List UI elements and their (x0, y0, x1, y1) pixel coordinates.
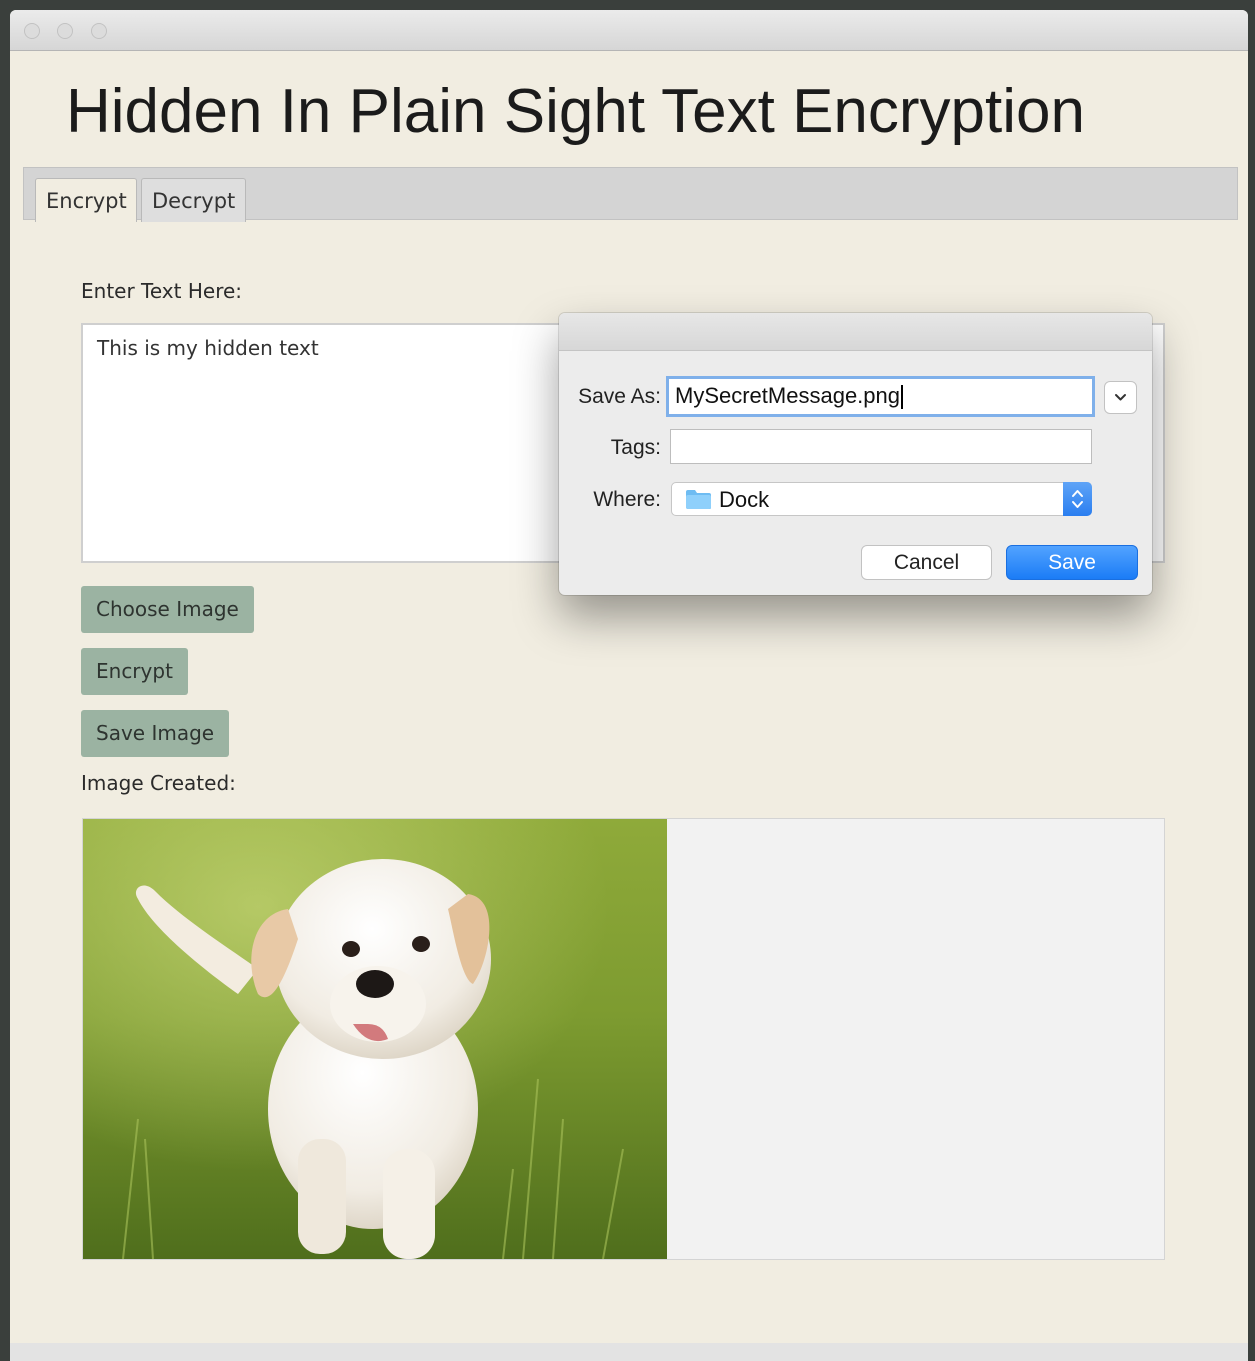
puppy-image (83, 819, 667, 1259)
text-caret (901, 385, 903, 410)
tags-field[interactable] (670, 429, 1092, 464)
save-image-button[interactable]: Save Image (81, 710, 230, 757)
save-dialog: Save As: MySecretMessage.png Tags: Where… (559, 313, 1152, 595)
minimize-window-button[interactable] (57, 23, 73, 39)
window-titlebar[interactable] (10, 10, 1248, 51)
tab-encrypt[interactable]: Encrypt (35, 178, 137, 222)
where-select[interactable]: Dock (671, 482, 1092, 516)
cancel-button[interactable]: Cancel (861, 545, 992, 580)
app-title: Hidden In Plain Sight Text Encryption (66, 77, 1086, 146)
folder-icon (686, 490, 711, 509)
expand-dialog-button[interactable] (1104, 381, 1137, 414)
app-window: Hidden In Plain Sight Text Encryption En… (10, 10, 1248, 1361)
tags-label: Tags: (610, 436, 661, 459)
save-button[interactable]: Save (1006, 545, 1138, 580)
tab-decrypt[interactable]: Decrypt (141, 178, 246, 222)
encrypt-button[interactable]: Encrypt (81, 648, 188, 695)
where-value: Dock (719, 487, 770, 512)
image-created-label: Image Created: (81, 771, 236, 795)
save-as-value: MySecretMessage.png (675, 383, 900, 408)
save-as-field[interactable]: MySecretMessage.png (666, 376, 1095, 417)
up-down-arrows-icon (1072, 490, 1083, 508)
window-bottom-strip (10, 1343, 1248, 1361)
where-stepper[interactable] (1063, 482, 1092, 516)
enter-text-label: Enter Text Here: (81, 279, 243, 303)
save-dialog-header (559, 313, 1152, 351)
hidden-text-value: This is my hidden text (97, 336, 319, 360)
chevron-down-icon (1115, 394, 1126, 401)
save-as-label: Save As: (578, 385, 661, 408)
tab-bar: Encrypt Decrypt (23, 167, 1238, 222)
choose-image-button[interactable]: Choose Image (81, 586, 254, 633)
image-preview-panel (82, 818, 1165, 1260)
zoom-window-button[interactable] (91, 23, 107, 39)
close-window-button[interactable] (24, 23, 40, 39)
where-label: Where: (593, 488, 661, 511)
